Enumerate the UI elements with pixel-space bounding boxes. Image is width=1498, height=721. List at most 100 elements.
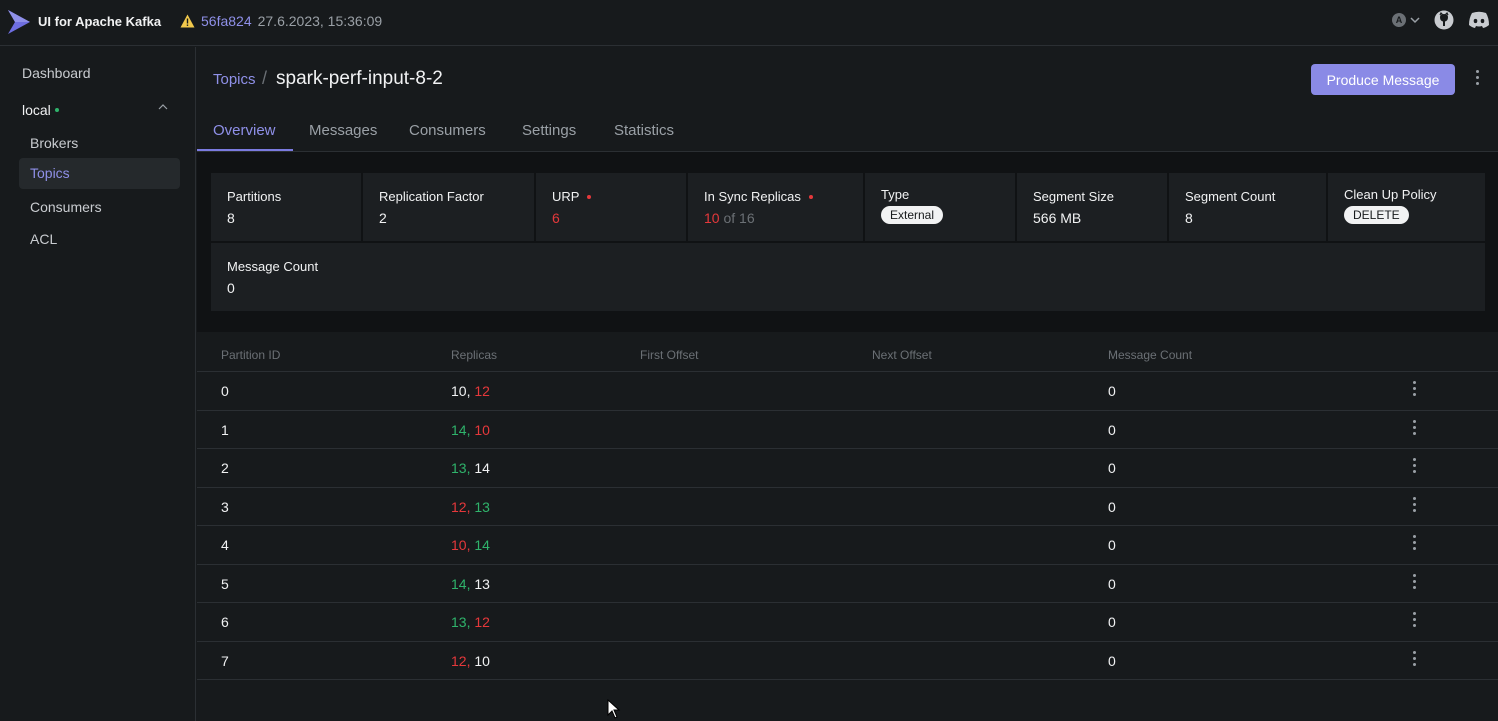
brand-name[interactable]: UI for Apache Kafka bbox=[38, 14, 161, 29]
message-count: 0 bbox=[1108, 614, 1116, 630]
partition-id: 2 bbox=[221, 460, 229, 476]
metric-message-count: Message Count 0 bbox=[211, 243, 1485, 311]
breadcrumb-separator: / bbox=[262, 68, 268, 88]
tab-messages[interactable]: Messages bbox=[309, 122, 377, 139]
replica-2: 13 bbox=[474, 498, 490, 515]
replicas-cell: 10, 12 bbox=[451, 383, 490, 399]
metric-label: Type bbox=[881, 187, 910, 202]
replica-2: 10 bbox=[474, 421, 490, 438]
replicas-cell: 13, 12 bbox=[451, 614, 490, 630]
partition-id: 7 bbox=[221, 652, 229, 669]
replicas-cell: 14, 13 bbox=[451, 576, 490, 592]
replicas-cell: 12, 13 bbox=[451, 499, 490, 515]
tab-overview[interactable]: Overview bbox=[213, 122, 276, 139]
row-actions-icon[interactable] bbox=[1411, 496, 1417, 515]
metric-label: URP bbox=[552, 189, 670, 204]
metric-label-text: URP bbox=[552, 189, 580, 204]
row-actions-icon[interactable] bbox=[1411, 458, 1417, 476]
tab-statistics[interactable]: Statistics bbox=[614, 122, 674, 139]
metric-value: 566 MB bbox=[1033, 210, 1082, 226]
sidebar-item-topics[interactable]: Topics bbox=[19, 158, 180, 189]
metric-value: 8 bbox=[1185, 210, 1193, 226]
metric-label-text: In Sync Replicas bbox=[704, 189, 801, 204]
replicas-cell: 13, 14 bbox=[451, 460, 490, 476]
table-row: 5 14, 13 0 bbox=[197, 565, 1498, 603]
column-replicas: Replicas bbox=[451, 348, 498, 362]
partition-id: 4 bbox=[221, 537, 229, 553]
replica-2: 10 bbox=[474, 652, 490, 669]
metric-clean-up-policy: Clean Up Policy DELETE bbox=[1328, 173, 1485, 241]
page-title: spark-perf-input-8-2 bbox=[276, 68, 443, 89]
partition-id: 5 bbox=[221, 575, 229, 592]
version-hash-link[interactable]: 56fa824 bbox=[201, 13, 252, 29]
table-row: 6 13, 12 0 bbox=[197, 603, 1498, 642]
replica-2: 14 bbox=[474, 537, 490, 553]
table-row: 7 12, 10 0 bbox=[197, 642, 1498, 680]
theme-toggle[interactable]: A bbox=[1392, 13, 1420, 27]
sidebar-item-acl[interactable]: ACL bbox=[19, 224, 180, 255]
alert-dot bbox=[587, 194, 592, 199]
column-first-offset: First Offset bbox=[640, 348, 699, 362]
row-actions-icon[interactable] bbox=[1411, 573, 1417, 592]
message-count: 0 bbox=[1108, 652, 1116, 669]
sidebar-cluster-local[interactable]: local bbox=[22, 102, 59, 118]
logo-icon[interactable] bbox=[6, 8, 32, 36]
metric-label: Replication Factor bbox=[379, 189, 484, 204]
replica-1: 12, bbox=[451, 652, 471, 669]
partition-id: 3 bbox=[221, 498, 229, 515]
message-count: 0 bbox=[1108, 498, 1116, 515]
replica-2: 12 bbox=[474, 383, 490, 399]
sidebar-item-consumers[interactable]: Consumers bbox=[19, 192, 180, 223]
metric-value: 6 bbox=[552, 210, 560, 226]
metric-label: Partitions bbox=[227, 189, 282, 204]
tab-settings[interactable]: Settings bbox=[522, 122, 576, 139]
nav-right: A bbox=[1392, 10, 1490, 30]
metric-segment-size: Segment Size 566 MB bbox=[1017, 173, 1167, 241]
table-header: Partition ID Replicas First Offset Next … bbox=[197, 340, 1498, 372]
breadcrumb-topics[interactable]: Topics bbox=[213, 71, 256, 88]
replicas-cell: 10, 14 bbox=[451, 537, 490, 553]
replica-1: 10, bbox=[451, 383, 471, 399]
mouse-cursor-icon bbox=[607, 699, 621, 719]
metric-value: 2 bbox=[379, 210, 387, 226]
row-actions-icon[interactable] bbox=[1411, 612, 1417, 630]
produce-message-button[interactable]: Produce Message bbox=[1311, 64, 1455, 95]
type-badge: External bbox=[881, 206, 944, 224]
row-actions-icon[interactable] bbox=[1411, 381, 1417, 399]
message-count: 0 bbox=[1108, 575, 1116, 592]
message-count: 0 bbox=[1108, 383, 1116, 399]
replica-2: 14 bbox=[474, 460, 490, 476]
row-actions-icon[interactable] bbox=[1411, 535, 1417, 553]
chevron-up-icon[interactable] bbox=[158, 103, 168, 111]
replica-1: 14, bbox=[451, 421, 471, 438]
metric-in-sync-replicas: In Sync Replicas 10 of 16 bbox=[688, 173, 863, 241]
tab-consumers[interactable]: Consumers bbox=[409, 122, 486, 139]
discord-icon[interactable] bbox=[1468, 11, 1490, 29]
sidebar-item-brokers[interactable]: Brokers bbox=[19, 128, 180, 159]
row-actions-icon[interactable] bbox=[1411, 419, 1417, 438]
cluster-name: local bbox=[22, 102, 51, 118]
replicas-cell: 12, 10 bbox=[451, 653, 490, 669]
clean-up-policy-badge: DELETE bbox=[1344, 206, 1409, 224]
partition-id: 6 bbox=[221, 614, 229, 630]
replica-2: 12 bbox=[474, 614, 490, 630]
message-count: 0 bbox=[1108, 421, 1116, 438]
metric-label: Segment Count bbox=[1185, 189, 1276, 204]
table-row: 2 13, 14 0 bbox=[197, 449, 1498, 488]
message-count: 0 bbox=[1108, 537, 1116, 553]
column-message-count: Message Count bbox=[1108, 348, 1193, 362]
sidebar-item-dashboard[interactable]: Dashboard bbox=[22, 65, 91, 81]
active-tab-indicator bbox=[197, 149, 293, 151]
metric-replication-factor: Replication Factor 2 bbox=[363, 173, 534, 241]
replica-1: 13, bbox=[451, 460, 471, 476]
chevron-down-icon bbox=[1410, 17, 1420, 24]
warning-icon bbox=[180, 14, 195, 28]
replicas-cell: 14, 10 bbox=[451, 422, 490, 438]
row-actions-icon[interactable] bbox=[1411, 650, 1417, 669]
more-actions-icon[interactable] bbox=[1470, 70, 1484, 88]
github-icon[interactable] bbox=[1434, 10, 1454, 30]
column-partition-id: Partition ID bbox=[221, 348, 281, 362]
replica-2: 13 bbox=[474, 575, 490, 592]
metric-label: Clean Up Policy bbox=[1344, 187, 1437, 202]
replica-1: 13, bbox=[451, 614, 471, 630]
